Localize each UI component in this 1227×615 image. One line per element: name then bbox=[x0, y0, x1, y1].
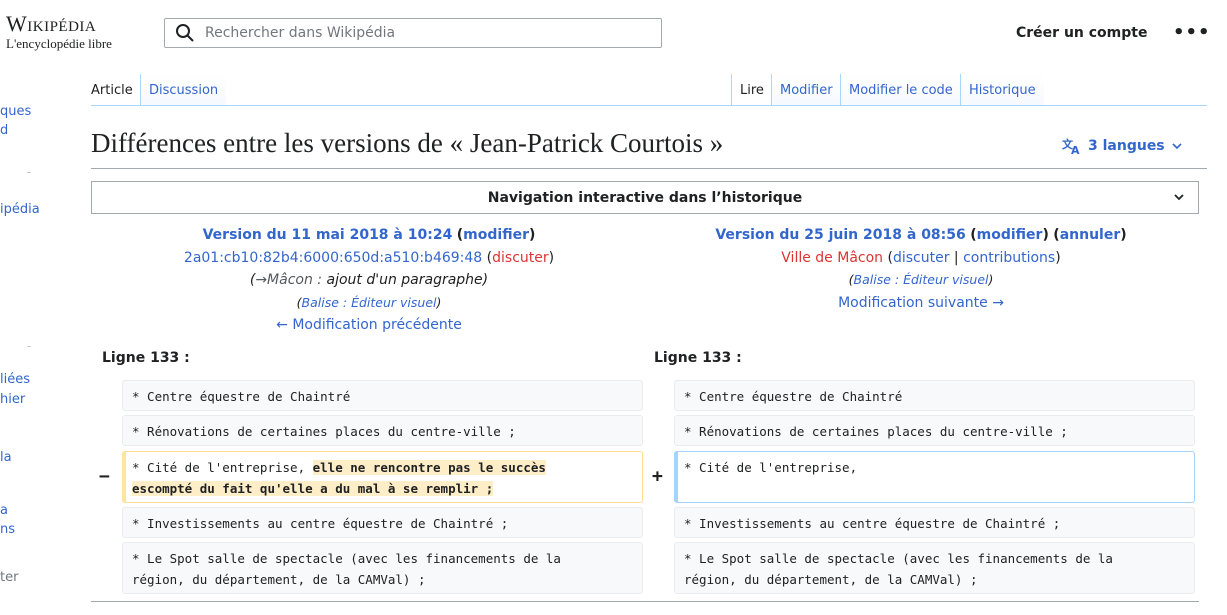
logo-wordmark: Wikipédia bbox=[6, 11, 97, 36]
logo-tagline: L'encyclopédie libre bbox=[6, 36, 112, 51]
new-modify-link[interactable]: modifier bbox=[977, 227, 1043, 243]
diff-line-header-left: Ligne 133 : bbox=[102, 350, 190, 366]
chevron-down-icon bbox=[1174, 194, 1184, 201]
undo-link[interactable]: annuler bbox=[1060, 227, 1121, 243]
old-revision-info: Version du 11 mai 2018 à 10:24 (modifier… bbox=[183, 227, 555, 333]
diff-bottom-divider bbox=[91, 601, 1199, 602]
diff-context-left: * Investissements au centre équestre de … bbox=[122, 507, 643, 538]
diff-context-right: * Centre équestre de Chaintré bbox=[674, 380, 1195, 411]
spot-line-1: * Le Spot salle de spectacle (avec les f… bbox=[684, 551, 1113, 566]
deleted-text-1: elle ne rencontre pas le succès bbox=[312, 460, 546, 475]
svg-text:A: A bbox=[1071, 144, 1080, 155]
old-tag-label[interactable]: Balise : bbox=[302, 295, 348, 310]
new-revision-info: Version du 25 juin 2018 à 08:56 (modifie… bbox=[715, 227, 1127, 311]
old-talk-link[interactable]: discuter bbox=[492, 250, 549, 266]
old-revision-link[interactable]: Version du 11 mai 2018 à 10:24 bbox=[203, 227, 453, 243]
sidebar-link-fragment[interactable]: la bbox=[0, 450, 12, 465]
diff-plus-marker: + bbox=[652, 466, 663, 487]
deleted-text-2: escompté du fait qu'elle a du mal à se r… bbox=[132, 481, 494, 496]
new-tag-label[interactable]: Balise : bbox=[854, 272, 900, 287]
sidebar-link-fragment[interactable]: ter bbox=[0, 570, 18, 585]
sidebar-link-languages[interactable]: ques bbox=[0, 104, 31, 119]
translate-icon: 文 A bbox=[1062, 137, 1080, 155]
page-title: Différences entre les versions de « Jean… bbox=[91, 128, 724, 158]
old-modify-link[interactable]: modifier bbox=[463, 227, 529, 243]
tab-read[interactable]: Lire bbox=[731, 74, 772, 105]
chevron-down-icon bbox=[1172, 143, 1182, 150]
search-icon bbox=[176, 24, 194, 42]
create-account-link[interactable]: Créer un compte bbox=[1016, 25, 1147, 41]
wikipedia-logo[interactable]: Wikipédia L'encyclopédie libre bbox=[6, 11, 112, 52]
spot-line-1: * Le Spot salle de spectacle (avec les f… bbox=[132, 551, 561, 566]
title-divider bbox=[91, 168, 1207, 169]
old-summary-text: ajout d'un paragraphe bbox=[326, 272, 483, 288]
tab-edit[interactable]: Modifier bbox=[771, 74, 841, 105]
diff-context-right: * Investissements au centre équestre de … bbox=[674, 507, 1195, 538]
new-tag-value[interactable]: Éditeur visuel bbox=[903, 272, 988, 287]
tab-edit-source[interactable]: Modifier le code bbox=[840, 74, 961, 105]
sidebar-link-file[interactable]: hier bbox=[0, 392, 25, 407]
history-navigation-label: Navigation interactive dans l’historique bbox=[487, 189, 803, 206]
new-contribs-link[interactable]: contributions bbox=[963, 250, 1055, 266]
language-selector[interactable]: 文 A 3 langues bbox=[1062, 137, 1183, 155]
diff-context-right: * Le Spot salle de spectacle (avec les f… bbox=[674, 542, 1195, 594]
diff-context-left: * Le Spot salle de spectacle (avec les f… bbox=[122, 542, 643, 594]
deleted-line-prefix: * Cité de l'entreprise, bbox=[132, 460, 313, 475]
diff-deleted-line: * Cité de l'entreprise, elle ne rencontr… bbox=[122, 451, 643, 503]
spot-line-2: région, du département, de la CAMVal) ; bbox=[684, 572, 978, 587]
search-box[interactable] bbox=[164, 18, 662, 48]
sidebar-link-wikipedia[interactable]: ipédia bbox=[0, 202, 40, 217]
history-navigation-toggle[interactable]: Navigation interactive dans l’historique bbox=[91, 181, 1199, 214]
tabs-underline bbox=[91, 105, 1207, 106]
new-revision-link[interactable]: Version du 25 juin 2018 à 08:56 bbox=[715, 227, 965, 243]
tab-discussion[interactable]: Discussion bbox=[140, 74, 227, 105]
tab-article[interactable]: Article bbox=[83, 74, 141, 105]
sidebar-divider bbox=[27, 346, 31, 347]
languages-count: 3 langues bbox=[1088, 138, 1165, 154]
diff-line-header-right: Ligne 133 : bbox=[654, 350, 742, 366]
more-options-icon[interactable]: ••• bbox=[1173, 22, 1211, 43]
sidebar-divider bbox=[27, 172, 31, 173]
sidebar-link-related[interactable]: liées bbox=[0, 372, 30, 387]
tab-history[interactable]: Historique bbox=[960, 74, 1044, 105]
old-summary-section-link[interactable]: →Mâcon : bbox=[255, 272, 322, 288]
spot-line-2: région, du département, de la CAMVal) ; bbox=[132, 572, 426, 587]
old-user-link[interactable]: 2a01:cb10:82b4:6000:650d:a510:b469:48 bbox=[184, 250, 482, 266]
diff-context-left: * Rénovations de certaines places du cen… bbox=[122, 415, 643, 446]
search-input[interactable] bbox=[203, 24, 661, 42]
diff-context-right: * Rénovations de certaines places du cen… bbox=[674, 415, 1195, 446]
previous-edit-link[interactable]: ← Modification précédente bbox=[276, 317, 462, 333]
new-user-link[interactable]: Ville de Mâcon bbox=[781, 250, 883, 266]
diff-context-left: * Centre équestre de Chaintré bbox=[122, 380, 643, 411]
old-tag-value[interactable]: Éditeur visuel bbox=[351, 295, 436, 310]
sidebar-link-fragment[interactable]: a bbox=[0, 503, 8, 518]
sidebar-link-fragment[interactable]: d bbox=[0, 123, 8, 138]
diff-added-line: * Cité de l'entreprise, bbox=[674, 451, 1195, 503]
next-edit-link[interactable]: Modification suivante → bbox=[838, 295, 1004, 311]
sidebar-link-fragment[interactable]: ns bbox=[0, 522, 15, 537]
new-talk-link[interactable]: discuter bbox=[893, 250, 950, 266]
diff-minus-marker: − bbox=[99, 466, 110, 487]
